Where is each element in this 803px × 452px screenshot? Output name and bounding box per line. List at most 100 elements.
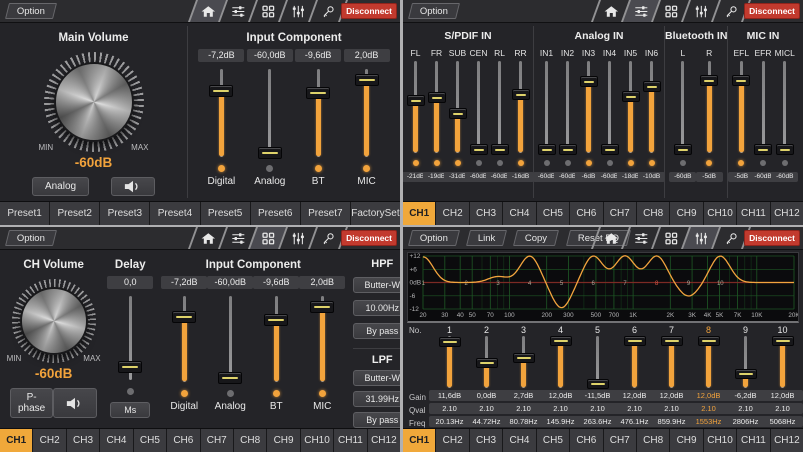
eq-band-1-gain-slider[interactable] [440,336,460,388]
slider-handle[interactable] [428,92,446,103]
delay-unit-button[interactable]: Ms [110,402,150,418]
channel-tab-ch11[interactable]: CH11 [737,202,770,225]
preset-tab-preset3[interactable]: Preset3 [100,202,150,225]
slider-handle[interactable] [776,144,794,155]
channel-tab-ch8[interactable]: CH8 [637,202,670,225]
channel-tab-ch5[interactable]: CH5 [537,202,570,225]
channel-tab-ch12[interactable]: CH12 [368,429,400,452]
eq-band-2-gain-slider[interactable] [477,336,497,388]
in4-level-slider[interactable] [601,61,619,153]
channel-tab-ch9[interactable]: CH9 [670,429,703,452]
preset-tab-preset1[interactable]: Preset1 [0,202,50,225]
channel-tab-ch2[interactable]: CH2 [33,429,66,452]
digital-level-slider[interactable] [173,296,195,382]
channel-tab-ch6[interactable]: CH6 [570,202,603,225]
eq-graph[interactable]: +12+60dB-6-1220304050701002003005007001K… [407,252,799,323]
hpf-type-button[interactable]: Butter-W [353,277,400,293]
disconnect-button[interactable]: Disconnect [341,3,397,19]
lpf-type-button[interactable]: Butter-W [353,370,400,386]
channel-tab-ch6[interactable]: CH6 [167,429,200,452]
channel-tab-ch9[interactable]: CH9 [267,429,300,452]
cen-level-slider[interactable] [470,61,488,153]
in6-level-slider[interactable] [643,61,661,153]
eq-band-6-gain-slider[interactable] [625,336,645,388]
channel-tab-ch1[interactable]: CH1 [403,202,436,225]
channel-tab-ch10[interactable]: CH10 [704,429,737,452]
slider-handle[interactable] [550,336,572,346]
slider-handle[interactable] [491,144,509,155]
slider-handle[interactable] [698,336,720,346]
mic-level-slider[interactable] [356,69,378,157]
preset-tab-factoryset[interactable]: FactorySet [351,202,400,225]
channel-tab-ch7[interactable]: CH7 [201,429,234,452]
slider-handle[interactable] [264,314,288,326]
slider-handle[interactable] [310,301,334,313]
hpf-bypass-button[interactable]: By pass [353,323,400,339]
channel-tab-ch3[interactable]: CH3 [67,429,100,452]
lpf-freq-button[interactable]: 31.99Hz [353,391,400,407]
in3-level-slider[interactable] [580,61,598,153]
slider-handle[interactable] [512,89,530,100]
mute-button[interactable] [111,177,155,196]
disconnect-button[interactable]: Disconnect [744,230,800,246]
preset-tab-preset6[interactable]: Preset6 [251,202,301,225]
eq-band-10-gain-slider[interactable] [773,336,793,388]
slider-handle[interactable] [772,336,794,346]
in2-level-slider[interactable] [559,61,577,153]
slider-handle[interactable] [700,75,718,86]
r-level-slider[interactable] [700,61,718,153]
channel-tab-ch12[interactable]: CH12 [771,202,803,225]
option-button[interactable]: Option [408,3,460,19]
channel-tab-ch8[interactable]: CH8 [234,429,267,452]
copy-button[interactable]: Copy [513,230,559,246]
slider-handle[interactable] [732,75,750,86]
channel-tab-ch7[interactable]: CH7 [604,202,637,225]
slider-handle[interactable] [754,144,772,155]
fl-level-slider[interactable] [407,61,425,153]
preset-tab-preset2[interactable]: Preset2 [50,202,100,225]
channel-tab-ch8[interactable]: CH8 [637,429,670,452]
slider-handle[interactable] [172,311,196,323]
channel-tab-ch1[interactable]: CH1 [0,429,33,452]
mute-button[interactable] [53,388,97,418]
option-button[interactable]: Option [5,230,57,246]
link-button[interactable]: Link [466,230,507,246]
slider-handle[interactable] [674,144,692,155]
option-button[interactable]: Option [5,3,57,19]
analog-source-button[interactable]: Analog [32,177,89,196]
channel-tab-ch10[interactable]: CH10 [301,429,334,452]
phase-button[interactable]: P-phase [10,388,53,418]
channel-tab-ch12[interactable]: CH12 [771,429,803,452]
channel-tab-ch9[interactable]: CH9 [670,202,703,225]
channel-tab-ch3[interactable]: CH3 [470,202,503,225]
slider-handle[interactable] [476,358,498,368]
slider-handle[interactable] [439,337,461,347]
preset-tab-preset4[interactable]: Preset4 [150,202,200,225]
bt-level-slider[interactable] [307,69,329,157]
channel-tab-ch4[interactable]: CH4 [503,202,536,225]
slider-handle[interactable] [513,353,535,363]
channel-tab-ch4[interactable]: CH4 [503,429,536,452]
bt-level-slider[interactable] [265,296,287,382]
mic-level-slider[interactable] [311,296,333,382]
hpf-freq-button[interactable]: 10.00Hz [353,300,400,316]
ch-volume-knob[interactable]: MIN MAX [12,279,96,363]
slider-handle[interactable] [622,91,640,102]
slider-handle[interactable] [306,87,330,99]
channel-tab-ch2[interactable]: CH2 [436,429,469,452]
slider-handle[interactable] [449,108,467,119]
eq-band-5-gain-slider[interactable] [588,336,608,388]
channel-tab-ch3[interactable]: CH3 [470,429,503,452]
slider-handle[interactable] [559,144,577,155]
in1-level-slider[interactable] [538,61,556,153]
fr-level-slider[interactable] [428,61,446,153]
sub-level-slider[interactable] [449,61,467,153]
efr-level-slider[interactable] [754,61,772,153]
slider-handle[interactable] [209,85,233,97]
in5-level-slider[interactable] [622,61,640,153]
preset-tab-preset5[interactable]: Preset5 [201,202,251,225]
preset-tab-preset7[interactable]: Preset7 [301,202,351,225]
slider-handle[interactable] [587,379,609,389]
slider-handle[interactable] [407,95,425,106]
slider-handle[interactable] [661,336,683,346]
